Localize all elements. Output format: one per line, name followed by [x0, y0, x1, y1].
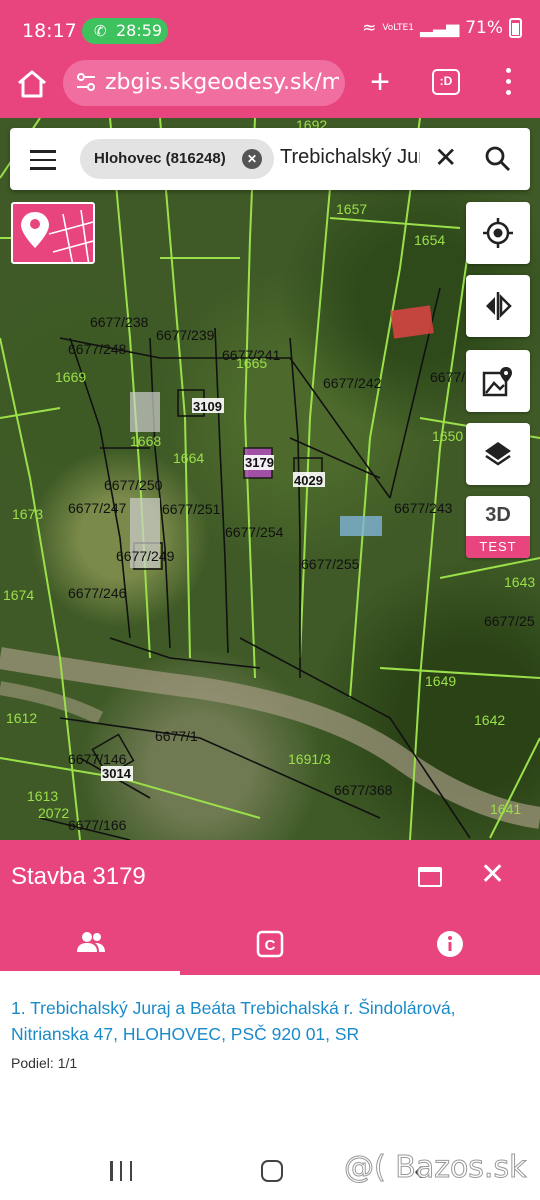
clear-search-icon[interactable]: ✕ [434, 144, 457, 172]
search-bar: Hlohovec (816248) ✕ Trebichalský Juraj ✕ [10, 128, 530, 190]
compare-maps-button[interactable] [466, 275, 530, 337]
parcel-label[interactable]: 1654 [414, 232, 445, 248]
parcel-label[interactable]: 1674 [3, 587, 34, 603]
close-icon[interactable]: ✕ [480, 860, 505, 890]
parcel-label[interactable]: 6677/239 [156, 327, 215, 343]
parcel-label[interactable]: 6677/238 [90, 314, 149, 330]
parcel-label[interactable]: 1691/3 [288, 751, 331, 767]
3d-view-button[interactable]: 3D TEST [466, 496, 530, 558]
network-label: VoLTE1 [382, 22, 414, 33]
maximize-icon[interactable] [418, 867, 442, 887]
detail-panel-header: Stavba 3179 ✕ C [0, 840, 540, 975]
building-number[interactable]: 3179 [245, 455, 274, 470]
layers-icon [485, 442, 511, 466]
parcel-label[interactable]: 6677/250 [104, 477, 163, 493]
3d-label: 3D [485, 504, 511, 526]
my-location-button[interactable] [466, 202, 530, 264]
parcel-label[interactable]: 1657 [336, 201, 367, 217]
parcel-label[interactable]: 2072 [38, 805, 69, 821]
location-pin-icon [21, 209, 93, 262]
battery-percent: 71% [465, 18, 503, 38]
panel-title: Stavba 3179 [11, 863, 146, 890]
watermark: @( Bazos.sk [343, 1150, 527, 1186]
parcel-label[interactable]: 6677/247 [68, 500, 127, 516]
tabs-button[interactable]: :D [432, 69, 460, 95]
site-settings-icon[interactable] [75, 71, 97, 93]
overview-map-button[interactable] [11, 202, 95, 264]
map-imagery-button[interactable] [466, 350, 530, 412]
parcel-label[interactable]: 1641 [490, 801, 521, 817]
battery-icon [509, 18, 522, 38]
url-bar[interactable]: zbgis.skgeodesy.sk/map [63, 60, 345, 106]
home-icon[interactable] [14, 66, 50, 102]
url-text: zbgis.skgeodesy.sk/map [105, 70, 339, 95]
c-letter-icon: C [256, 930, 284, 958]
owner-link[interactable]: 1. Trebichalský Juraj a Beáta Trebichals… [11, 995, 521, 1047]
parcel-label[interactable]: 1665 [236, 355, 267, 371]
parcel-label[interactable]: 6677/246 [68, 585, 127, 601]
search-icon[interactable] [484, 145, 512, 173]
parcel-label[interactable]: 1612 [6, 710, 37, 726]
more-menu-icon[interactable] [498, 64, 518, 102]
people-icon [77, 932, 105, 952]
system-nav-bar: ‹ @( Bazos.sk [0, 1140, 540, 1200]
recent-apps-icon[interactable] [110, 1161, 132, 1181]
parcel-label[interactable]: 1664 [173, 450, 204, 466]
call-timer: 28:59 [116, 21, 163, 40]
parcel-label[interactable]: 6677/1 [155, 728, 198, 744]
parcel-label[interactable]: 6677/255 [301, 556, 360, 572]
parcel-label[interactable]: 1673 [12, 506, 43, 522]
parcel-label[interactable]: 6677/166 [68, 817, 127, 833]
status-icons: ≈ VoLTE1 ▂▃▅ 71% [362, 18, 522, 38]
chip-label: Hlohovec (816248) [94, 150, 226, 167]
status-time: 18:17 [22, 20, 77, 42]
chip-remove-icon[interactable]: ✕ [242, 149, 262, 169]
parcel-label[interactable]: 6677/251 [162, 501, 221, 517]
building-number[interactable]: 4029 [294, 473, 323, 488]
detail-panel-body: 1. Trebichalský Juraj a Beáta Trebichals… [0, 975, 540, 1140]
search-input[interactable]: Trebichalský Juraj [280, 146, 420, 169]
parcel-label[interactable]: 6677/25 [484, 613, 535, 629]
new-tab-button[interactable]: + [366, 62, 394, 102]
parcel-label[interactable]: 6677/248 [68, 341, 127, 357]
parcel-label[interactable]: 1650 [432, 428, 463, 444]
browser-toolbar: zbgis.skgeodesy.sk/map + :D [0, 60, 540, 118]
hamburger-menu-icon[interactable] [30, 150, 56, 170]
parcel-label[interactable]: 6677/254 [225, 524, 284, 540]
parcel-label[interactable]: 6677/243 [394, 500, 453, 516]
svg-text:C: C [265, 937, 276, 954]
parcel-label[interactable]: 1613 [27, 788, 58, 804]
parcel-label[interactable]: 6677/249 [116, 548, 175, 564]
parcel-label[interactable]: 6677/146 [68, 751, 127, 767]
crosshair-icon [483, 218, 513, 248]
location-chip[interactable]: Hlohovec (816248) ✕ [80, 139, 274, 179]
signal-icon: ▂▃▅ [419, 18, 460, 38]
tab-c[interactable]: C [180, 912, 360, 975]
test-badge: TEST [466, 536, 530, 558]
split-view-icon [486, 292, 512, 320]
home-nav-icon[interactable] [261, 1160, 283, 1182]
parcel-label[interactable]: 1669 [55, 369, 86, 385]
building-number[interactable]: 3014 [102, 766, 132, 781]
wifi-icon: ≈ [362, 18, 377, 38]
building-number[interactable]: 3109 [193, 399, 222, 414]
image-pin-icon [482, 367, 512, 397]
phone-icon: ✆ [94, 22, 107, 40]
status-bar: 18:17 ✆ 28:59 ≈ VoLTE1 ▂▃▅ 71% [0, 0, 540, 60]
share-label: Podiel: 1/1 [11, 1055, 78, 1071]
info-icon [437, 931, 463, 957]
parcel-label[interactable]: 6677/368 [334, 782, 393, 798]
parcel-label[interactable]: 1642 [474, 712, 505, 728]
tab-info[interactable] [360, 912, 540, 975]
call-indicator[interactable]: ✆ 28:59 [82, 18, 168, 44]
parcel-label[interactable]: 1668 [130, 433, 161, 449]
parcel-label[interactable]: 1643 [504, 574, 535, 590]
layers-button[interactable] [466, 423, 530, 485]
parcel-label[interactable]: 1649 [425, 673, 456, 689]
parcel-label[interactable]: 6677/242 [323, 375, 382, 391]
tab-owners[interactable] [0, 912, 180, 975]
